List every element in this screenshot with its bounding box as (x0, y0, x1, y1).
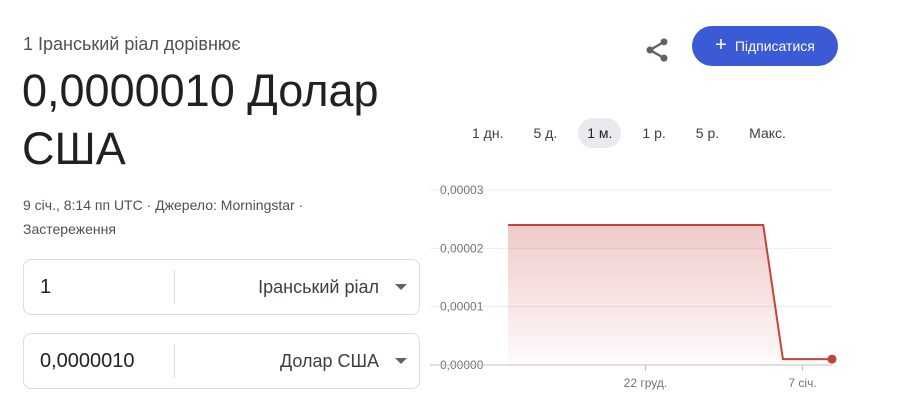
share-icon[interactable] (643, 36, 671, 64)
y-tick-label: 0,00003 (440, 183, 484, 197)
caret-down-icon (395, 358, 407, 364)
chart-svg: 0,000030,000020,000010,0000022 груд. 7 сі… (430, 183, 837, 390)
subtitle: 1 Іранський ріал дорівнює (23, 34, 241, 54)
y-tick-label: 0,00002 (440, 241, 484, 255)
x-tick-label: 22 груд. (624, 376, 668, 390)
range-tab[interactable]: 5 р. (687, 118, 728, 148)
converter-from: Іранський ріал (23, 259, 420, 315)
currency-from-label: Іранський ріал (258, 276, 379, 297)
amount-from-input[interactable] (40, 260, 170, 314)
separator: · (146, 197, 152, 213)
update-time: 9 січ., 8:14 пп UTC (23, 197, 143, 213)
currency-to-label: Долар США (279, 350, 379, 371)
disclaimer-link[interactable]: Застереження (23, 221, 116, 237)
y-tick-label: 0,00001 (440, 300, 484, 314)
range-tab[interactable]: Макс. (740, 118, 795, 148)
converted-value: 0,0000010 Долар США (22, 65, 379, 174)
range-tab[interactable]: 1 м. (578, 118, 622, 148)
subscribe-button[interactable]: + Підписатися (692, 26, 838, 66)
subscribe-label: Підписатися (734, 38, 815, 54)
area-fill (508, 225, 832, 365)
x-tick-label: 7 січ. (788, 376, 816, 390)
last-point-marker (827, 354, 837, 364)
divider (174, 270, 175, 304)
range-tab[interactable]: 1 дн. (463, 118, 512, 148)
meta-info: 9 січ., 8:14 пп UTC · Джерело: Morningst… (23, 193, 303, 241)
converter-to: Долар США (23, 333, 420, 389)
plus-icon: + (715, 34, 727, 56)
range-tabs: 1 дн. 5 д. 1 м. 1 р. 5 р. Макс. (463, 117, 807, 149)
caret-down-icon (395, 284, 407, 290)
range-tab[interactable]: 5 д. (524, 118, 566, 148)
separator: · (298, 197, 304, 213)
divider (174, 344, 175, 378)
currency-to-select[interactable]: Долар США (280, 334, 407, 388)
amount-to-input[interactable] (40, 334, 170, 388)
source-label: Джерело: Morningstar (155, 197, 295, 213)
range-tab[interactable]: 1 р. (633, 118, 674, 148)
currency-from-select[interactable]: Іранський ріал (258, 260, 407, 314)
exchange-rate-chart: 0,00003 0,00002 0,00001 0,00000 22 груд. 7 сі… (430, 175, 850, 400)
